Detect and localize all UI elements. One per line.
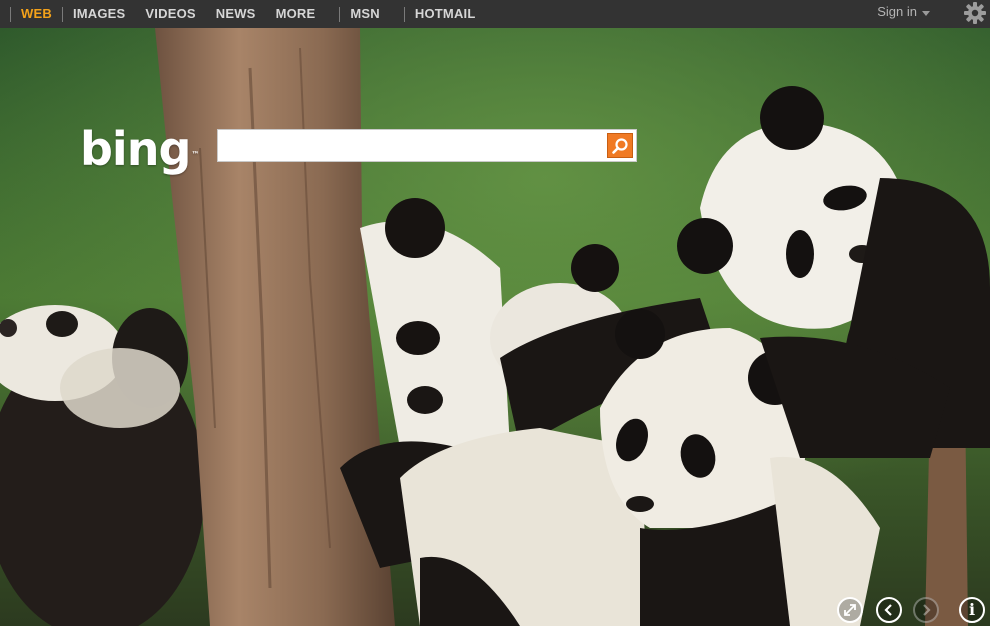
search-bar (217, 129, 637, 162)
sign-in-label: Sign in (877, 4, 917, 19)
nav-videos[interactable]: VIDEOS (135, 0, 205, 28)
search-icon (612, 137, 628, 154)
nav-images[interactable]: IMAGES (63, 0, 135, 28)
chevron-left-icon (884, 604, 892, 616)
bing-logo[interactable]: bing™ (80, 122, 200, 176)
logo-trademark: ™ (191, 150, 200, 159)
caret-down-icon (922, 10, 930, 16)
bing-homepage: WEB IMAGES VIDEOS NEWS MORE MSN HOTMAIL … (0, 0, 990, 626)
primary-nav: WEB IMAGES VIDEOS NEWS MORE MSN HOTMAIL (10, 0, 486, 28)
nav-web[interactable]: WEB (11, 0, 62, 28)
next-image-button[interactable] (913, 597, 939, 623)
nav-msn[interactable]: MSN (340, 0, 390, 28)
nav-more[interactable]: MORE (266, 0, 326, 28)
gear-icon[interactable] (963, 1, 987, 25)
background-photo (0, 28, 990, 626)
nav-news[interactable]: NEWS (206, 0, 266, 28)
search-button[interactable] (607, 133, 633, 158)
sign-in-menu[interactable]: Sign in (877, 0, 930, 24)
chevron-right-icon (923, 604, 931, 616)
nav-hotmail[interactable]: HOTMAIL (405, 0, 486, 28)
info-button[interactable]: i (959, 597, 985, 623)
info-icon: i (968, 600, 976, 619)
expand-icon (844, 604, 856, 616)
search-input[interactable] (222, 133, 606, 160)
fullscreen-button[interactable] (837, 597, 863, 623)
top-nav-bar: WEB IMAGES VIDEOS NEWS MORE MSN HOTMAIL … (0, 0, 990, 28)
previous-image-button[interactable] (876, 597, 902, 623)
logo-text: bing (80, 122, 191, 176)
